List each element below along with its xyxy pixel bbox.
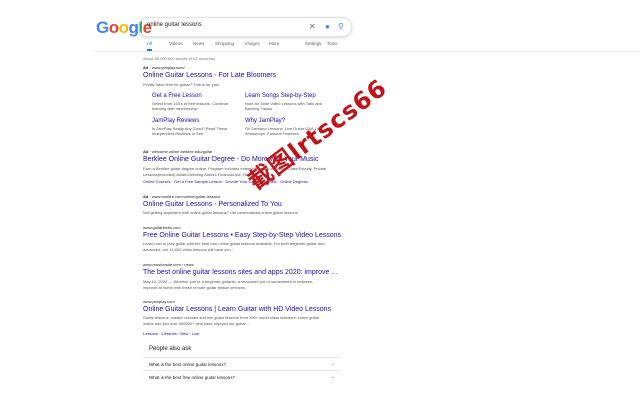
ad-badge: Ad: [143, 194, 149, 199]
result-title[interactable]: The best online guitar lessons sites and…: [143, 269, 337, 276]
result-url[interactable]: www.jamplay.com: [143, 299, 175, 304]
settings-link[interactable]: Settings: [305, 41, 321, 46]
result-url: welcome.online.berklee.edu/guitar: [151, 149, 213, 154]
tab-more[interactable]: More: [269, 41, 279, 46]
tab-videos[interactable]: Videos: [169, 41, 183, 46]
search-tabs: All Videos News Shopping Images More Set…: [143, 41, 343, 51]
result-sitelinks[interactable]: Lessons · Libraries · New · Live: [143, 331, 328, 337]
result-url[interactable]: www.guitartricks.com: [143, 225, 181, 230]
result-desc: Learn how to play guitar with the best f…: [143, 241, 325, 252]
search-input[interactable]: online guitar lessons: [147, 22, 202, 28]
search-box[interactable]: online guitar lessons ✕ ● ⚲: [138, 17, 352, 37]
paa-question[interactable]: What is the best free online guitar less…: [143, 370, 341, 384]
sitelink-desc: Select from 100's of free lessons. Conti…: [152, 101, 229, 112]
result-url: www.truefire.com/online/guitar-lessons: [151, 194, 221, 199]
result-title[interactable]: Online Guitar Lessons | Learn Guitar wit…: [143, 306, 331, 313]
paa-question[interactable]: What is the best online guitar lessons? …: [143, 357, 341, 371]
ad-url[interactable]: Ad · welcome.online.berklee.edu/guitar: [143, 149, 213, 154]
chevron-down-icon: ⌄: [330, 374, 335, 380]
result-stats: About 86,000,000 results (0.52 seconds): [143, 56, 216, 61]
result-desc: Earn a Berklee guitar degree online. Pro…: [143, 166, 327, 177]
ad-sitelinks[interactable]: Online Courses · Get a Free Sample Lesso…: [143, 179, 343, 185]
tab-images[interactable]: Images: [245, 41, 260, 46]
tabs-divider: [92, 51, 640, 52]
paa-question-text: What is the best free online guitar less…: [149, 375, 236, 380]
tools-link[interactable]: Tools: [327, 41, 338, 46]
result-desc: Guitar lessons, master courses and live …: [143, 315, 320, 326]
chevron-down-icon: ⌄: [330, 361, 335, 367]
ad-url[interactable]: Ad · www.truefire.com/online/guitar-less…: [143, 194, 220, 199]
people-also-ask: People also ask What is the best online …: [143, 342, 341, 386]
sitelink-title[interactable]: Learn Songs Step-by-Step: [245, 93, 316, 99]
result-url[interactable]: www.musicradar.com › news: [143, 262, 194, 267]
tab-all[interactable]: All: [147, 41, 153, 51]
clear-icon[interactable]: ✕: [309, 21, 316, 33]
search-icon[interactable]: ⚲: [338, 21, 344, 33]
result-title[interactable]: Free Online Guitar Lessons • Easy Step-b…: [143, 232, 341, 239]
tab-news[interactable]: News: [193, 41, 204, 46]
ad-badge: Ad: [143, 149, 149, 154]
sitelink-title[interactable]: Get a Free Lesson: [152, 93, 202, 99]
result-desc: Finally have time for guitar? This is fo…: [143, 82, 220, 87]
sitelink-title[interactable]: JamPlay Reviews: [152, 118, 199, 124]
result-title[interactable]: Online Guitar Lessons - Personalized To …: [143, 201, 282, 208]
result-desc: May 12, 2020 — Whether you're a beginner…: [143, 279, 314, 290]
result-desc: Not getting anywhere with online guitar …: [143, 210, 298, 215]
microphone-icon[interactable]: ●: [325, 21, 330, 33]
tab-shopping[interactable]: Shopping: [215, 41, 234, 46]
sitelink-title[interactable]: Why JamPlay?: [245, 118, 285, 124]
result-title[interactable]: Online Guitar Lessons - For Late Bloomer…: [143, 72, 276, 79]
ad-badge: Ad: [143, 65, 149, 70]
result-url: www.jamplay.com/: [151, 65, 185, 70]
paa-heading: People also ask: [149, 346, 192, 352]
paa-question-text: What is the best online guitar lessons?: [149, 362, 227, 367]
ad-url[interactable]: Ad · www.jamplay.com/: [143, 65, 185, 70]
sitelink-desc: Is JamPlay Really Any Good? Read These I…: [152, 126, 228, 137]
